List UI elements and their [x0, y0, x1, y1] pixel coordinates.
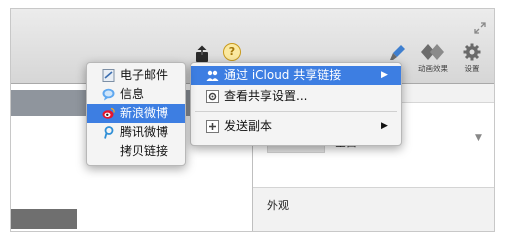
appearance-label: 外观 [267, 199, 289, 212]
animate-tool-label: 动画效果 [418, 64, 448, 73]
share-icon[interactable] [194, 45, 210, 63]
submenu-item-label: 新浪微博 [120, 106, 169, 120]
chevron-right-icon: ▶ [381, 70, 388, 80]
setup-tool-label: 设置 [464, 64, 480, 73]
paintbrush-icon [390, 45, 405, 60]
gear-square-icon [206, 90, 219, 103]
submenu-item-label: 信息 [120, 87, 145, 101]
tencent-weibo-icon [104, 126, 114, 139]
submenu-item-tencent-weibo[interactable]: 腾讯微博 [87, 123, 185, 142]
people-icon [206, 70, 219, 81]
help-icon[interactable]: ? [223, 43, 241, 61]
slide-thumbnail-bar[interactable] [11, 209, 77, 229]
fullscreen-icon[interactable] [474, 22, 486, 34]
menu-item-label: 发送副本 [224, 119, 273, 133]
menu-item-icloud-share[interactable]: 通过 iCloud 共享链接 ▶ [191, 66, 401, 85]
setup-tool[interactable]: 设置 [459, 43, 485, 74]
diamond-animate-icon [421, 44, 444, 60]
menu-item-label: 查看共享设置... [224, 89, 308, 103]
submenu-item-sina-weibo[interactable]: 新浪微博 [87, 104, 185, 123]
animate-tool[interactable]: 动画效果 [411, 43, 455, 74]
submenu-item-label: 拷贝链接 [120, 144, 169, 158]
menu-separator [195, 111, 397, 112]
submenu-item-label: 电子邮件 [120, 68, 169, 82]
gear-icon [463, 43, 481, 61]
share-submenu: 电子邮件 信息 新浪微博 腾讯微博 拷贝链接 [86, 62, 186, 166]
mail-icon [102, 69, 115, 82]
chevron-right-icon: ▶ [381, 121, 388, 131]
submenu-item-email[interactable]: 电子邮件 [87, 66, 185, 85]
weibo-icon [102, 107, 115, 119]
submenu-item-messages[interactable]: 信息 [87, 85, 185, 104]
submenu-item-label: 腾讯微博 [120, 125, 169, 139]
menu-item-send-copy[interactable]: 发送副本 ▶ [191, 117, 401, 136]
plus-square-icon [206, 120, 219, 133]
messages-icon [102, 88, 115, 101]
menu-item-label: 通过 iCloud 共享链接 [224, 68, 342, 82]
chevron-down-icon[interactable]: ▼ [475, 133, 482, 143]
submenu-item-copy-link[interactable]: 拷贝链接 [87, 142, 185, 161]
menu-item-share-settings[interactable]: 查看共享设置... [191, 87, 401, 106]
share-menu: 通过 iCloud 共享链接 ▶ 查看共享设置... 发送副本 ▶ [190, 62, 402, 146]
